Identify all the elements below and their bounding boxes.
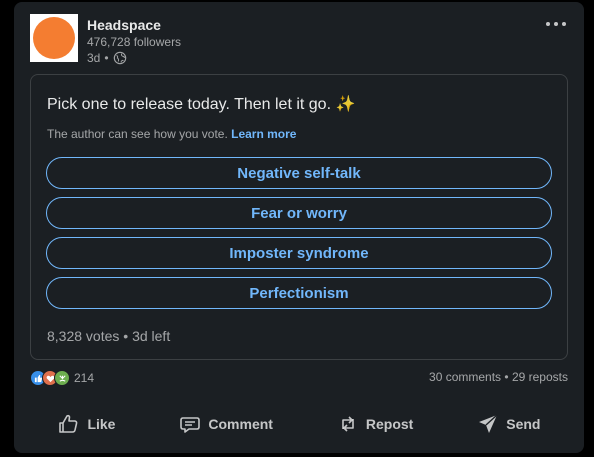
comment-button[interactable]: Comment: [168, 404, 283, 444]
comment-label: Comment: [208, 416, 273, 432]
engagement-counts: 30 comments • 29 reposts: [429, 370, 568, 384]
send-icon: [479, 414, 498, 433]
reactions-summary[interactable]: 214: [30, 370, 94, 386]
poll-option-fear-or-worry[interactable]: Fear or worry: [46, 197, 552, 229]
social-counts: 214 30 comments • 29 reposts: [30, 368, 568, 388]
post-age: 3d: [87, 51, 101, 65]
repost-label: Repost: [365, 416, 414, 432]
poll-question: Pick one to release today. Then let it g…: [47, 96, 356, 113]
repost-button[interactable]: Repost: [326, 404, 423, 444]
reaction-count: 214: [74, 371, 95, 385]
like-button[interactable]: Like: [47, 404, 125, 444]
reposts-count-link[interactable]: 29 reposts: [512, 370, 568, 384]
learn-more-link[interactable]: Learn more: [231, 127, 296, 141]
poll-container: Pick one to release today. Then let it g…: [30, 74, 568, 360]
post-meta: 3d •: [87, 50, 181, 66]
more-options-button[interactable]: [542, 14, 570, 34]
send-label: Send: [506, 416, 541, 432]
thumbs-up-icon: [59, 414, 78, 433]
celebrate-icon: [54, 370, 70, 386]
logo-mark: [33, 17, 75, 59]
comment-icon: [180, 417, 201, 433]
ellipsis-icon: [546, 22, 566, 26]
globe-icon: [113, 51, 127, 65]
poll-note-text: The author can see how you vote.: [47, 127, 228, 141]
poll-privacy-note: The author can see how you vote. Learn m…: [47, 126, 296, 142]
follower-count: 476,728 followers: [87, 35, 182, 49]
counts-separator: •: [504, 370, 509, 384]
feed-post-card: Headspace 476,728 followers 3d • Pick on…: [14, 2, 584, 453]
like-label: Like: [87, 416, 116, 432]
comments-count-link[interactable]: 30 comments: [429, 370, 501, 384]
poll-option-negative-self-talk[interactable]: Negative self-talk: [46, 157, 552, 189]
poll-stats: 8,328 votes • 3d left: [47, 328, 171, 344]
post-action-bar: Like Comment Repost Send: [26, 404, 572, 444]
company-logo[interactable]: [30, 14, 78, 62]
author-info: Headspace 476,728 followers 3d •: [87, 16, 181, 66]
meta-separator: •: [104, 51, 109, 65]
poll-option-perfectionism[interactable]: Perfectionism: [46, 277, 552, 309]
poll-option-imposter-syndrome[interactable]: Imposter syndrome: [46, 237, 552, 269]
post-header: Headspace 476,728 followers 3d •: [30, 14, 572, 70]
repost-icon: [342, 416, 354, 432]
send-button[interactable]: Send: [466, 404, 550, 444]
author-name[interactable]: Headspace: [87, 16, 181, 34]
